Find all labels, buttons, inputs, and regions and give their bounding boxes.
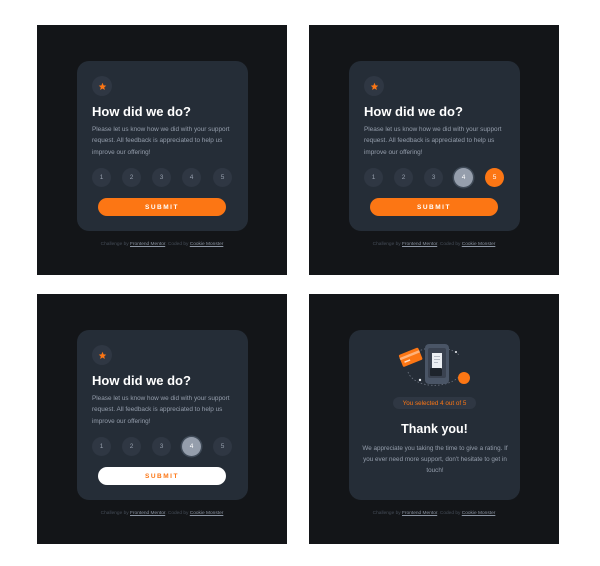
rating-button-4-selected[interactable]: 4 — [182, 437, 201, 456]
rating-button-4[interactable]: 4 — [182, 168, 201, 187]
rating-button-1[interactable]: 1 — [92, 168, 111, 187]
card-title: How did we do? — [92, 373, 191, 388]
attribution: Challenge by Frontend Mentor. Coded by C… — [37, 511, 287, 516]
frontend-mentor-link[interactable]: Frontend Mentor — [130, 511, 165, 516]
rating-card: How did we do? Please let us know how we… — [77, 61, 248, 231]
card-description: Please let us know how we did with your … — [92, 395, 230, 425]
rating-button-3[interactable]: 3 — [424, 168, 443, 187]
attribution-challenge-text: Challenge by — [372, 511, 401, 516]
frontend-mentor-link[interactable]: Frontend Mentor — [402, 242, 437, 247]
rating-button-5-hovered[interactable]: 5 — [485, 168, 504, 187]
rating-button-2[interactable]: 2 — [122, 168, 141, 187]
attribution-challenge-text: Challenge by — [372, 242, 401, 247]
thank-you-illustration — [398, 344, 470, 386]
attribution-coded-text: . Coded by — [437, 242, 461, 247]
rating-card: How did we do? Please let us know how we… — [349, 61, 520, 231]
star-icon — [92, 345, 112, 365]
rating-button-4-selected[interactable]: 4 — [454, 168, 473, 187]
rating-button-5[interactable]: 5 — [213, 437, 232, 456]
attribution-coded-text: . Coded by — [165, 511, 189, 516]
attribution-challenge-text: Challenge by — [100, 242, 129, 247]
thank-you-description: We appreciate you taking the time to giv… — [362, 445, 508, 474]
author-link[interactable]: Cookie Monster — [190, 511, 224, 516]
attribution-coded-text: . Coded by — [165, 242, 189, 247]
frontend-mentor-link[interactable]: Frontend Mentor — [402, 511, 437, 516]
frontend-mentor-link[interactable]: Frontend Mentor — [130, 242, 165, 247]
thank-you-card: You selected 4 out of 5 Thank you! We ap… — [349, 330, 520, 500]
rating-button-1[interactable]: 1 — [364, 168, 383, 187]
attribution: Challenge by Frontend Mentor. Coded by C… — [309, 511, 559, 516]
state-panel-hover-submit: How did we do? Please let us know how we… — [37, 294, 287, 544]
selected-rating-badge: You selected 4 out of 5 — [393, 397, 476, 409]
attribution-coded-text: . Coded by — [437, 511, 461, 516]
card-title: How did we do? — [92, 104, 191, 119]
author-link[interactable]: Cookie Monster — [462, 242, 496, 247]
rating-button-2[interactable]: 2 — [122, 437, 141, 456]
submit-button-hovered[interactable]: SUBMIT — [98, 467, 226, 485]
rating-button-2[interactable]: 2 — [394, 168, 413, 187]
attribution: Challenge by Frontend Mentor. Coded by C… — [37, 242, 287, 247]
rating-button-3[interactable]: 3 — [152, 168, 171, 187]
submit-button[interactable]: SUBMIT — [370, 198, 498, 216]
card-description: Please let us know how we did with your … — [92, 126, 230, 156]
author-link[interactable]: Cookie Monster — [190, 242, 224, 247]
rating-button-5[interactable]: 5 — [213, 168, 232, 187]
state-panel-default: How did we do? Please let us know how we… — [37, 25, 287, 275]
state-panel-thank-you: You selected 4 out of 5 Thank you! We ap… — [309, 294, 559, 544]
star-icon — [364, 76, 384, 96]
attribution-challenge-text: Challenge by — [100, 511, 129, 516]
card-description: Please let us know how we did with your … — [364, 126, 502, 156]
star-icon — [92, 76, 112, 96]
rating-card: How did we do? Please let us know how we… — [77, 330, 248, 500]
card-title: How did we do? — [364, 104, 463, 119]
rating-button-3[interactable]: 3 — [152, 437, 171, 456]
attribution: Challenge by Frontend Mentor. Coded by C… — [309, 242, 559, 247]
submit-button[interactable]: SUBMIT — [98, 198, 226, 216]
rating-button-1[interactable]: 1 — [92, 437, 111, 456]
author-link[interactable]: Cookie Monster — [462, 511, 496, 516]
thank-you-title: Thank you! — [401, 422, 468, 436]
state-panel-hover-rating: How did we do? Please let us know how we… — [309, 25, 559, 275]
